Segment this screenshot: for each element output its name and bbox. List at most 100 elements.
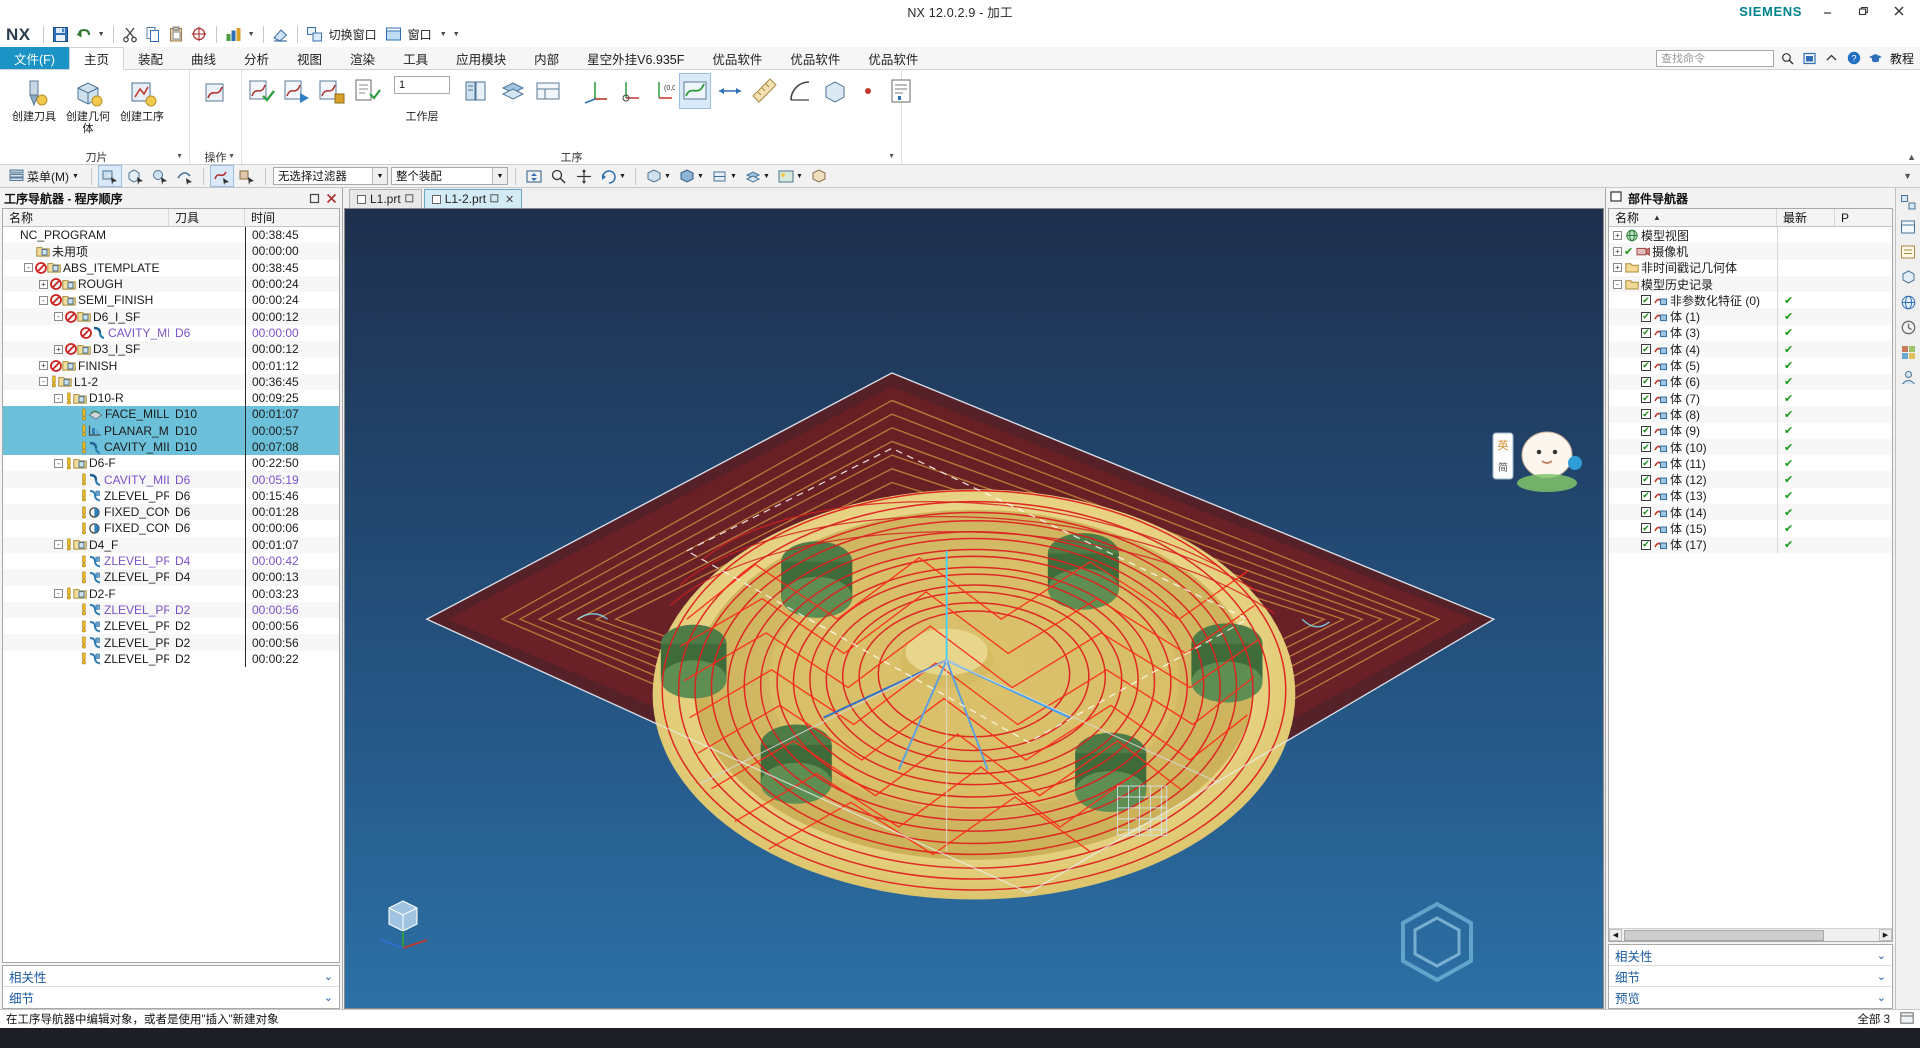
geometry-display-icon[interactable] (808, 166, 830, 186)
fit-view-icon[interactable] (523, 166, 545, 186)
chevron-down-icon[interactable]: ▼ (371, 168, 387, 184)
operation-row[interactable]: - SEMI_FINISH 00:00:24 (3, 292, 339, 309)
expand-toggle-icon[interactable]: + (54, 344, 63, 354)
hscroll-thumb[interactable] (1624, 929, 1824, 941)
web-browser-icon[interactable] (1897, 291, 1919, 313)
select-face-icon[interactable] (149, 166, 171, 186)
chevron-down-icon[interactable]: ⌄ (1877, 970, 1886, 983)
orientation-triad-icon[interactable] (371, 890, 441, 956)
operation-row-name-cell[interactable]: + D3_I_SF (3, 341, 169, 357)
operation-row-name-cell[interactable]: ZLEVEL_PRO... (3, 651, 169, 667)
row-checkbox[interactable]: ✔ (1641, 344, 1651, 355)
part-navigator-row[interactable]: ✔ 体 (10) ✔ (1609, 438, 1892, 456)
ribbon-tab-10[interactable]: 星空外挂V6.935F (573, 47, 698, 69)
operation-row[interactable]: ZLEVEL_PRO... D6 00:15:46 (3, 487, 339, 505)
reuse-library-icon[interactable] (1897, 266, 1919, 288)
view-orientation-button[interactable]: ▼ (709, 166, 739, 186)
find-command-input[interactable]: 查找命令 (1655, 49, 1774, 67)
operation-row[interactable]: 未用项 00:00:00 (3, 243, 339, 260)
part-navigator-row[interactable]: ✔ 体 (13) ✔ (1609, 487, 1892, 505)
operation-row-name-cell[interactable]: FACE_MILLI... (3, 406, 169, 423)
operation-navigator-icon[interactable] (1897, 241, 1919, 263)
part-row-name-cell[interactable]: ✔ 非参数化特征 (0) (1609, 292, 1777, 308)
expand-toggle-icon[interactable]: + (1613, 263, 1622, 273)
window-dropdown-caret[interactable]: ▼ (438, 24, 449, 45)
row-checkbox[interactable]: ✔ (1641, 507, 1651, 518)
section-details[interactable]: 细节 ⌄ (3, 987, 339, 1008)
system-materials-icon[interactable] (1897, 341, 1919, 363)
operation-row[interactable]: ZLEVEL_PRO... D2 00:00:56 (3, 634, 339, 651)
pan-icon[interactable] (573, 166, 595, 186)
row-checkbox[interactable]: ✔ (1641, 295, 1651, 306)
part-row-name-cell[interactable]: ✔ 体 (8) (1609, 406, 1777, 422)
operation-row-name-cell[interactable]: ZLEVEL_PRO... (3, 488, 169, 504)
operation-row-name-cell[interactable]: PLANAR_MI... (3, 422, 169, 439)
part-navigator-row[interactable]: ✔ 体 (8) ✔ (1609, 406, 1892, 423)
measure-angle-button[interactable] (785, 74, 815, 108)
operation-row-name-cell[interactable]: - D4_F (3, 537, 169, 553)
operation-row[interactable]: - D2-F 00:03:23 (3, 585, 339, 602)
part-row-name-cell[interactable]: ✔ 体 (12) (1609, 471, 1777, 487)
os-taskbar[interactable] (0, 1028, 1920, 1048)
ribbon-tab-8[interactable]: 应用模块 (442, 47, 520, 69)
operation-row-name-cell[interactable]: + ROUGH (3, 276, 169, 292)
operation-row[interactable]: ZLEVEL_PRO... D4 00:00:42 (3, 552, 339, 570)
document-tab-1[interactable]: L1-2.prt ✕ (423, 189, 523, 208)
part-row-name-cell[interactable]: ✔ 体 (3) (1609, 325, 1777, 341)
operation-row[interactable]: CAVITY_MIL...D1000:07:08 (3, 438, 339, 456)
zoom-icon[interactable] (548, 166, 570, 186)
part-navigator-row[interactable]: ✔ 体 (4) ✔ (1609, 341, 1892, 358)
operation-row-name-cell[interactable]: - D6-F (3, 455, 169, 471)
part-navigator-row[interactable]: + 模型视图 (1609, 227, 1892, 244)
display-style-button[interactable]: ▼ (643, 166, 673, 186)
operation-row-name-cell[interactable]: CAVITY_MIL... (3, 438, 169, 456)
chevron-down-icon[interactable]: ▼ (72, 173, 79, 180)
generate-toolpath-button[interactable] (196, 74, 236, 111)
operation-row[interactable]: ZLEVEL_PRO... D2 00:00:22 (3, 650, 339, 668)
pn-column-header-name[interactable]: 名称 ▲ (1609, 209, 1777, 226)
expand-toggle-icon[interactable]: + (1613, 246, 1622, 256)
measure-ruler-button[interactable] (750, 74, 780, 108)
measure-body-button[interactable] (820, 74, 850, 108)
collapse-ribbon-icon[interactable] (1824, 50, 1840, 67)
operation-row[interactable]: FACE_MILLI...D1000:01:07 (3, 406, 339, 423)
part-row-name-cell[interactable]: ✔ 体 (14) (1609, 504, 1777, 520)
menu-button[interactable]: 菜单(M) ▼ (4, 166, 84, 186)
operation-row-name-cell[interactable]: - SEMI_FINISH (3, 292, 169, 308)
document-pin-icon[interactable] (404, 192, 414, 206)
qat-overflow-caret[interactable]: ▼ (451, 24, 462, 45)
part-navigator-row[interactable]: + ✔ 摄像机 (1609, 243, 1892, 260)
scene-button[interactable]: ▼ (775, 166, 805, 186)
expand-toggle-icon[interactable]: + (1613, 230, 1622, 240)
ribbon-tab-9[interactable]: 内部 (520, 47, 573, 69)
pn-column-header-updated[interactable]: 最新 (1777, 209, 1835, 226)
window-icon[interactable] (383, 24, 404, 45)
toolpath-display-button[interactable] (679, 73, 711, 109)
operation-row-name-cell[interactable]: FIXED_CON... (3, 504, 169, 520)
graphics-viewport[interactable]: 英 简 (344, 208, 1604, 1009)
row-checkbox[interactable]: ✔ (1641, 425, 1651, 436)
operation-row[interactable]: - D10-R 00:09:25 (3, 389, 339, 407)
operation-row-name-cell[interactable]: - D10-R (3, 390, 169, 406)
operation-row[interactable]: - L1-2 00:36:45 (3, 373, 339, 390)
part-row-name-cell[interactable]: ✔ 体 (5) (1609, 357, 1777, 373)
row-checkbox[interactable]: ✔ (1641, 393, 1651, 404)
part-row-name-cell[interactable]: ✔ 体 (15) (1609, 520, 1777, 536)
ribbon-tab-6[interactable]: 渲染 (336, 47, 389, 69)
operation-row[interactable]: ZLEVEL_PRO... D2 00:00:56 (3, 601, 339, 619)
part-navigator-rows[interactable]: + 模型视图 + ✔ 摄像机 + 非时间戳记几何体 - 模型历史记录 ✔ 非参数化特征 (0) ✔ ✔ 体… (1609, 227, 1892, 928)
part-navigator-row[interactable]: ✔ 体 (11) ✔ (1609, 455, 1892, 472)
scroll-right-arrow-icon[interactable]: ▶ (1879, 929, 1892, 941)
row-checkbox[interactable]: ✔ (1641, 327, 1651, 338)
toolpath-select-icon[interactable] (209, 165, 234, 187)
collapse-toggle-icon[interactable]: - (39, 377, 48, 387)
part-navigator-row[interactable]: ✔ 体 (14) ✔ (1609, 504, 1892, 521)
collapse-toggle-icon[interactable]: - (54, 458, 63, 468)
operation-row-name-cell[interactable]: - L1-2 (3, 374, 169, 390)
tutorial-icon[interactable] (1868, 50, 1884, 67)
operation-row-name-cell[interactable]: - D6_I_SF (3, 308, 169, 324)
operation-row-name-cell[interactable]: CAVITY_MIL... (3, 325, 169, 341)
status-display-icon[interactable] (1900, 1011, 1914, 1027)
history-icon[interactable] (1897, 316, 1919, 338)
part-navigator-row[interactable]: ✔ 体 (5) ✔ (1609, 357, 1892, 374)
